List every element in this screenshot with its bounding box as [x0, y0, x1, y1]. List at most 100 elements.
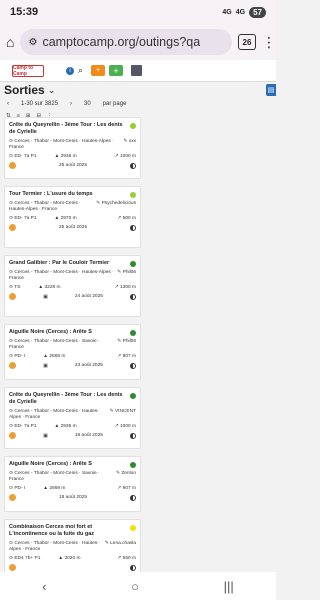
- outing-author[interactable]: ✎ Lena.chasla: [105, 541, 136, 546]
- activity-icon: [9, 564, 16, 572]
- activity-icon: [9, 494, 16, 502]
- page-title: Sorties: [4, 83, 45, 97]
- outing-author[interactable]: ✎ Zenlon: [116, 471, 136, 476]
- browser-menu-icon[interactable]: ⋮: [262, 34, 276, 51]
- outings-page: Sorties ⌄ ▤ ‹ 1-30 sur 3825 › 30 par pag…: [0, 82, 276, 121]
- quality-icon: [129, 494, 136, 501]
- condition-dot-icon: [130, 123, 136, 129]
- outing-elevation: ▲ 2970 m: [54, 216, 77, 222]
- url-text[interactable]: camptocamp.org/outings?qa: [42, 35, 200, 49]
- outing-grade: ⊙ ED- 7a P1: [9, 216, 37, 222]
- outing-title[interactable]: Aiguille Noire (Cerces) : Arête S: [9, 329, 92, 336]
- site-logo[interactable]: Camp to Camp: [12, 64, 44, 77]
- quality-icon: [130, 564, 136, 571]
- condition-dot-icon: [130, 261, 136, 267]
- outing-author[interactable]: ✎ VINCENT: [110, 409, 136, 414]
- outing-author[interactable]: ✎ xxx: [123, 139, 136, 144]
- outing-author[interactable]: ✎ Psychedelicious: [96, 201, 136, 206]
- quality-icon: [129, 432, 136, 439]
- add-content-button[interactable]: +: [109, 65, 124, 76]
- outing-title[interactable]: Crête du Queyrellin - 3ème Tour : Les de…: [9, 392, 127, 406]
- quality-icon: [129, 162, 136, 169]
- per-page-label: par page: [102, 101, 127, 107]
- condition-dot-icon: [130, 330, 136, 336]
- outing-card[interactable]: Aiguille Noire (Cerces) : Arête S ⊙ Cerc…: [4, 456, 141, 512]
- quality-icon: [129, 362, 136, 369]
- title-dropdown-icon[interactable]: ⌄: [48, 85, 56, 96]
- outing-date: 24 août 2025: [74, 294, 103, 300]
- outing-area: ⊙ Cerces - Thabor - Mont-Cenis · Hautes-…: [9, 541, 99, 553]
- pagination-bar: ‹ 1-30 sur 3825 › 30 par page: [3, 98, 273, 110]
- battery-icon: 57: [249, 6, 266, 18]
- status-bar: 15:39 4G 4G 57: [0, 0, 276, 24]
- info-icon[interactable]: i: [66, 66, 74, 75]
- outing-grade: ⊙ ED- 7a P1: [9, 154, 37, 160]
- pagination-next-icon[interactable]: ›: [70, 101, 72, 107]
- activity-icon: [9, 162, 16, 170]
- address-bar[interactable]: ⚙ camptocamp.org/outings?qa: [20, 29, 232, 55]
- outing-card[interactable]: Crête du Queyrellin - 3ème Tour : Les de…: [4, 387, 141, 449]
- outing-card[interactable]: Crête du Queyrellin - 3ème Tour : Les de…: [4, 117, 141, 179]
- activity-icon: [9, 432, 16, 440]
- pagination-range: 1-30 sur 3825: [21, 101, 59, 107]
- outing-card[interactable]: Grand Galibier : Par le Couloir Termier …: [4, 255, 141, 317]
- outing-title[interactable]: Aiguille Noire (Cerces) : Arête S: [9, 461, 92, 468]
- add-user-button[interactable]: +: [91, 65, 106, 76]
- outing-gain: ↗ 1000 m: [114, 154, 136, 160]
- site-settings-icon[interactable]: ⚙: [28, 37, 37, 48]
- outing-grade: ⊙ PD- I: [9, 486, 26, 492]
- outing-grade: ⊙ TS: [9, 285, 21, 291]
- camera-icon: ▣: [43, 293, 48, 300]
- outing-card[interactable]: Aiguille Noire (Cerces) : Arête S ⊙ Cerc…: [4, 324, 141, 380]
- activity-icon: [9, 293, 16, 301]
- outing-title[interactable]: Grand Galibier : Par le Couloir Termier: [9, 260, 109, 267]
- condition-dot-icon: [130, 192, 136, 198]
- nav-back-icon[interactable]: ‹: [42, 579, 46, 594]
- signal-4g-icon-2: 4G: [235, 8, 246, 16]
- outing-elevation: ▲ 3228 m: [38, 285, 61, 291]
- outing-author[interactable]: ✎ Phil06: [117, 339, 136, 344]
- status-time: 15:39: [10, 6, 39, 18]
- avatar[interactable]: [131, 65, 143, 76]
- outing-title[interactable]: Combinaison Cerces moi fort et L'inconti…: [9, 524, 127, 538]
- outings-list: Crête du Queyrellin - 3ème Tour : Les de…: [4, 117, 141, 588]
- outing-elevation: ▲ 2869 m: [43, 486, 66, 492]
- condition-dot-icon: [130, 462, 136, 468]
- outing-author[interactable]: ✎ Phil06: [117, 270, 136, 275]
- per-page-select[interactable]: 30: [84, 101, 91, 107]
- outing-date: 25 août 2025: [58, 225, 87, 231]
- nav-recents-icon[interactable]: |||: [224, 579, 234, 594]
- outing-elevation: ▲ 3020 m: [58, 556, 81, 562]
- activity-icon: [9, 224, 16, 232]
- tab-switcher-button[interactable]: 26: [238, 34, 256, 50]
- outing-date: 18 août 2025: [74, 433, 103, 439]
- pagination-prev-icon[interactable]: ‹: [7, 101, 9, 107]
- outing-elevation: ▲ 2936 m: [54, 154, 77, 160]
- outing-card[interactable]: Tour Termier : L'usure du temps ⊙ Cerces…: [4, 186, 141, 248]
- outing-date: 25 août 2025: [58, 163, 87, 169]
- outing-date: 23 août 2025: [74, 363, 103, 369]
- outing-area: ⊙ Cerces - Thabor - Mont-Cenis · Hautes-…: [9, 201, 81, 213]
- nav-home-icon[interactable]: ○: [131, 579, 139, 594]
- outing-elevation: ▲ 2869 m: [43, 354, 66, 360]
- condition-dot-icon: [130, 525, 136, 531]
- outing-area: ⊙ Cerces - Thabor - Mont-Cenis · Savoie …: [9, 339, 100, 351]
- activity-icon: [9, 362, 16, 370]
- signal-4g-icon: 4G: [222, 8, 232, 16]
- browser-toolbar: ⌂ ⚙ camptocamp.org/outings?qa 26 ⋮: [0, 24, 276, 60]
- android-nav-bar: ‹ ○ |||: [0, 572, 276, 600]
- outing-elevation: ▲ 2936 m: [54, 424, 77, 430]
- home-icon[interactable]: ⌂: [6, 34, 14, 50]
- outing-area: ⊙ Cerces - Thabor - Mont-Cenis · Hautes-…: [9, 270, 114, 282]
- outing-title[interactable]: Crête du Queyrellin - 3ème Tour : Les de…: [9, 122, 127, 136]
- outing-gain: ↗ 907 m: [117, 354, 136, 360]
- search-icon[interactable]: ⌕: [78, 65, 83, 76]
- camera-icon: ▣: [43, 432, 48, 439]
- outing-title[interactable]: Tour Termier : L'usure du temps: [9, 191, 93, 198]
- map-toggle-icon[interactable]: ▤: [266, 84, 276, 96]
- outing-grade: ⊙ ED4 7b+ P1: [9, 556, 41, 562]
- outing-date: 18 août 2025: [58, 495, 87, 501]
- quality-icon: [129, 224, 136, 231]
- outing-gain: ↗ 550 m: [117, 556, 136, 562]
- quality-icon: [129, 293, 136, 300]
